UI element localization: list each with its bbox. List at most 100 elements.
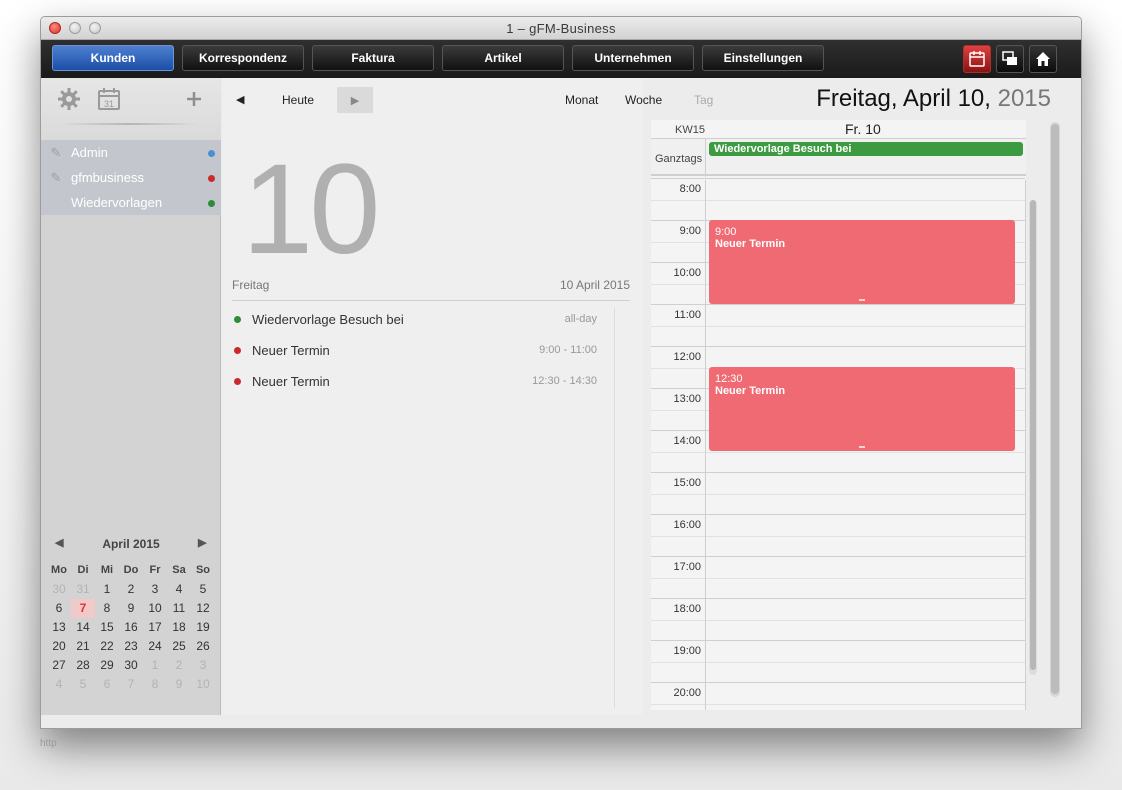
hour-slot[interactable]: 17:00	[651, 556, 1025, 598]
sidebar-item-gfmbusiness[interactable]: ✎ gfmbusiness	[41, 165, 221, 190]
day-cell[interactable]: 9	[167, 675, 191, 694]
timed-event[interactable]: 9:00 Neuer Termin	[709, 220, 1015, 304]
hour-slot[interactable]: 11:00	[651, 304, 1025, 346]
allday-row: Ganztags Wiedervorlage Besuch bei	[651, 138, 1026, 177]
day-cell[interactable]: 11	[167, 599, 191, 618]
home-icon[interactable]	[1029, 45, 1057, 73]
gear-icon[interactable]	[57, 87, 81, 116]
day-cell[interactable]: 2	[167, 656, 191, 675]
calendar-31-icon[interactable]: 31	[97, 87, 121, 116]
day-cell[interactable]: 1	[143, 656, 167, 675]
day-cell[interactable]: 10	[191, 675, 215, 694]
day-cell[interactable]: 26	[191, 637, 215, 656]
day-cell[interactable]: 3	[143, 580, 167, 599]
scrollbar-thumb[interactable]	[1051, 124, 1059, 694]
event-name: Neuer Termin	[715, 238, 786, 250]
mini-calendar: ◀ April 2015 ▶ Mo Di Mi Do Fr Sa So 30 31 1 2 3 4 5 6 7…	[41, 533, 221, 694]
nav-faktura-button[interactable]: Faktura	[312, 45, 434, 71]
day-scrollbar[interactable]	[1029, 200, 1037, 675]
day-cell[interactable]: 10	[143, 599, 167, 618]
hour-label: 8:00	[679, 183, 701, 195]
resize-handle[interactable]	[859, 446, 865, 448]
next-icon[interactable]: ▶	[337, 87, 373, 113]
nav-kunden-button[interactable]: Kunden	[52, 45, 174, 71]
day-cell[interactable]: 6	[47, 599, 71, 618]
list-item[interactable]: Wiedervorlage Besuch bei all-day	[232, 304, 607, 335]
nav-korrespondenz-button[interactable]: Korrespondenz	[182, 45, 304, 71]
day-cell[interactable]: 16	[119, 618, 143, 637]
day-cell[interactable]: 12	[191, 599, 215, 618]
sidebar: 31 ✎ Admin ✎ gfmbusiness Wiedervorlagen	[41, 78, 221, 715]
day-cell[interactable]: 30	[119, 656, 143, 675]
scrollbar-thumb[interactable]	[1030, 200, 1036, 670]
view-day-button[interactable]: Tag	[694, 93, 713, 107]
list-item[interactable]: Neuer Termin 12:30 - 14:30	[232, 366, 607, 397]
day-cell[interactable]: 3	[191, 656, 215, 675]
week-row: 30 31 1 2 3 4 5	[41, 580, 221, 599]
agenda-scrollbar[interactable]	[614, 308, 630, 708]
resize-handle[interactable]	[859, 299, 865, 301]
page-scrollbar[interactable]	[1050, 122, 1060, 697]
hour-label: 20:00	[673, 687, 701, 699]
today-button[interactable]: Heute	[282, 93, 314, 107]
day-cell[interactable]: 19	[191, 618, 215, 637]
day-cell[interactable]: 4	[47, 675, 71, 694]
day-cell[interactable]: 7	[71, 599, 95, 618]
hour-slot[interactable]: 20:00	[651, 682, 1025, 710]
list-item[interactable]: Neuer Termin 9:00 - 11:00	[232, 335, 607, 366]
hour-slot[interactable]: 16:00	[651, 514, 1025, 556]
day-cell[interactable]: 5	[191, 580, 215, 599]
nav-einstellungen-button[interactable]: Einstellungen	[702, 45, 824, 71]
day-cell[interactable]: 23	[119, 637, 143, 656]
day-column-title: Fr. 10	[845, 121, 881, 137]
day-cell[interactable]: 14	[71, 618, 95, 637]
view-month-button[interactable]: Monat	[565, 93, 598, 107]
view-week-button[interactable]: Woche	[625, 93, 662, 107]
calendar-icon[interactable]	[963, 45, 991, 73]
hour-slot[interactable]: 18:00	[651, 598, 1025, 640]
day-cell[interactable]: 7	[119, 675, 143, 694]
add-icon[interactable]	[184, 89, 204, 114]
day-cell[interactable]: 15	[95, 618, 119, 637]
day-cell[interactable]: 20	[47, 637, 71, 656]
day-cell[interactable]: 30	[47, 580, 71, 599]
day-cell[interactable]: 25	[167, 637, 191, 656]
week-row: 13 14 15 16 17 18 19	[41, 618, 221, 637]
app-window: 1 – gFM-Business Kunden Korrespondenz Fa…	[40, 16, 1082, 729]
day-cell[interactable]: 28	[71, 656, 95, 675]
status-dot	[208, 200, 215, 207]
day-cell[interactable]: 31	[71, 580, 95, 599]
sidebar-item-admin[interactable]: ✎ Admin	[41, 140, 221, 165]
weekday-header: Mo Di Mi Do Fr Sa So	[41, 561, 221, 580]
nav-unternehmen-button[interactable]: Unternehmen	[572, 45, 694, 71]
event-dot	[234, 378, 241, 385]
previous-icon[interactable]: ◀	[236, 93, 244, 106]
sidebar-item-wiedervorlagen[interactable]: Wiedervorlagen	[41, 190, 221, 215]
day-cell[interactable]: 9	[119, 599, 143, 618]
day-cell[interactable]: 29	[95, 656, 119, 675]
day-cell[interactable]: 5	[71, 675, 95, 694]
day-cell[interactable]: 4	[167, 580, 191, 599]
day-cell[interactable]: 18	[167, 618, 191, 637]
hour-slot[interactable]: 19:00	[651, 640, 1025, 682]
day-cell[interactable]: 2	[119, 580, 143, 599]
day-cell[interactable]: 1	[95, 580, 119, 599]
hour-slot[interactable]: 15:00	[651, 472, 1025, 514]
timed-event[interactable]: 12:30 Neuer Termin	[709, 367, 1015, 451]
day-cell[interactable]: 13	[47, 618, 71, 637]
day-cell[interactable]: 6	[95, 675, 119, 694]
next-month-icon[interactable]: ▶	[198, 536, 206, 549]
pencil-icon: ✎	[50, 144, 62, 160]
day-cell[interactable]: 27	[47, 656, 71, 675]
day-cell[interactable]: 8	[95, 599, 119, 618]
day-calendar: KW15 Fr. 10 Ganztags Wiedervorlage Besuc…	[651, 120, 1026, 710]
day-cell[interactable]: 21	[71, 637, 95, 656]
allday-event[interactable]: Wiedervorlage Besuch bei	[709, 142, 1023, 156]
day-cell[interactable]: 22	[95, 637, 119, 656]
windows-icon[interactable]	[996, 45, 1024, 73]
day-cell[interactable]: 24	[143, 637, 167, 656]
nav-artikel-button[interactable]: Artikel	[442, 45, 564, 71]
day-cell[interactable]: 17	[143, 618, 167, 637]
day-cell[interactable]: 8	[143, 675, 167, 694]
hour-slot[interactable]: 8:00	[651, 178, 1025, 220]
